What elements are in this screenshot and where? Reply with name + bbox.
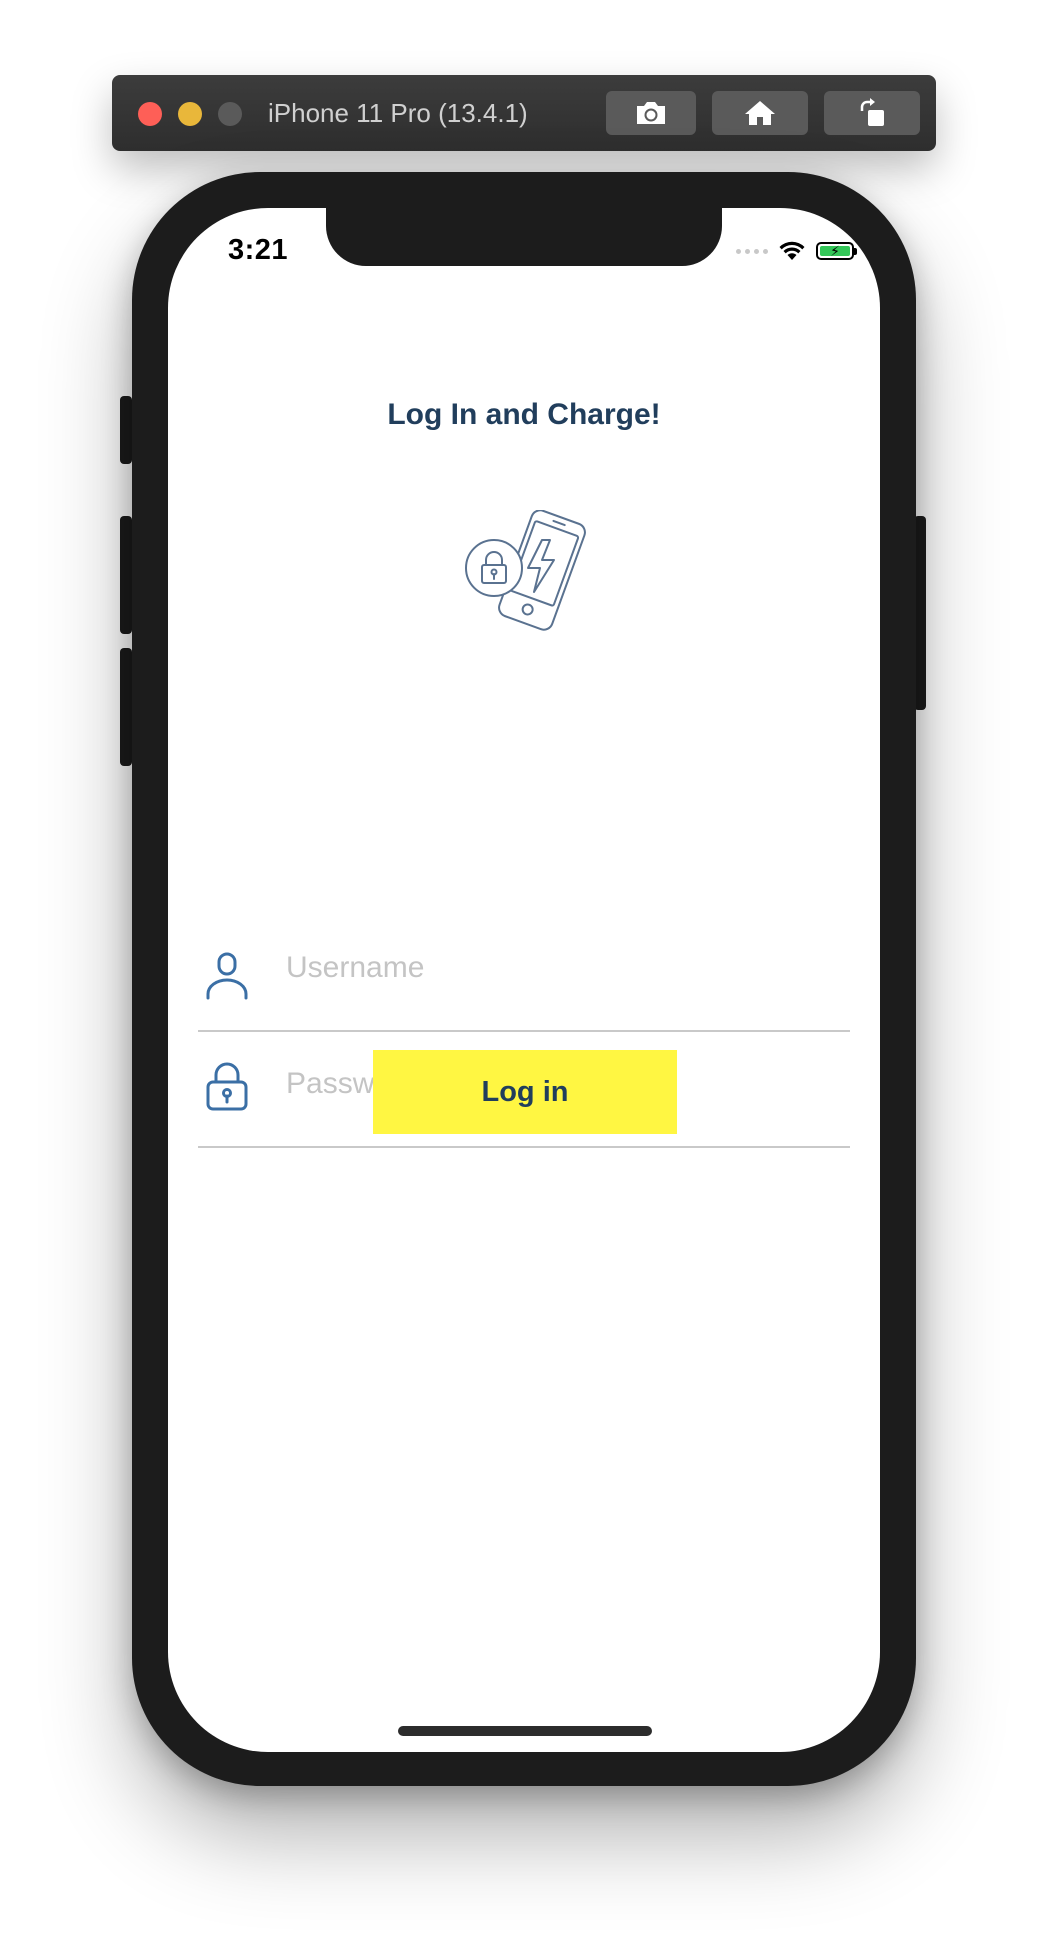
user-icon (206, 952, 248, 1000)
camera-icon (637, 102, 665, 124)
close-window-button[interactable] (138, 102, 162, 126)
status-indicators: ⚡ (736, 240, 857, 262)
app-screen: 3:21 ⚡ Log In and Charge! Username Log i… (168, 208, 880, 1752)
lock-icon (206, 1062, 248, 1111)
home-indicator[interactable] (398, 1726, 652, 1736)
home-icon (745, 101, 775, 125)
stage: iPhone 11 Pro (13.4.1) 3:21 ⚡ Log In and… (0, 0, 1048, 1938)
page-title: Log In and Charge! (387, 398, 661, 431)
notch (326, 208, 722, 266)
username-row (198, 914, 850, 1032)
home-button[interactable] (712, 91, 808, 135)
zoom-window-button[interactable] (218, 102, 242, 126)
silent-switch (120, 396, 132, 464)
phone-lock-charge-icon (465, 510, 586, 631)
simulator-title: iPhone 11 Pro (13.4.1) (268, 98, 528, 128)
wifi-icon (779, 241, 805, 260)
rotate-button[interactable] (824, 91, 920, 135)
minimize-window-button[interactable] (178, 102, 202, 126)
simulator-titlebar: iPhone 11 Pro (13.4.1) (112, 75, 936, 151)
login-button[interactable]: Log in (373, 1050, 677, 1134)
battery-charging-icon: ⚡ (816, 242, 857, 260)
username-input[interactable] (286, 940, 826, 996)
volume-up-button (120, 516, 132, 634)
signal-icon (736, 248, 768, 254)
screenshot-button[interactable] (606, 91, 696, 135)
status-time: 3:21 (228, 234, 289, 266)
volume-down-button (120, 648, 132, 766)
rotate-icon (860, 98, 884, 126)
